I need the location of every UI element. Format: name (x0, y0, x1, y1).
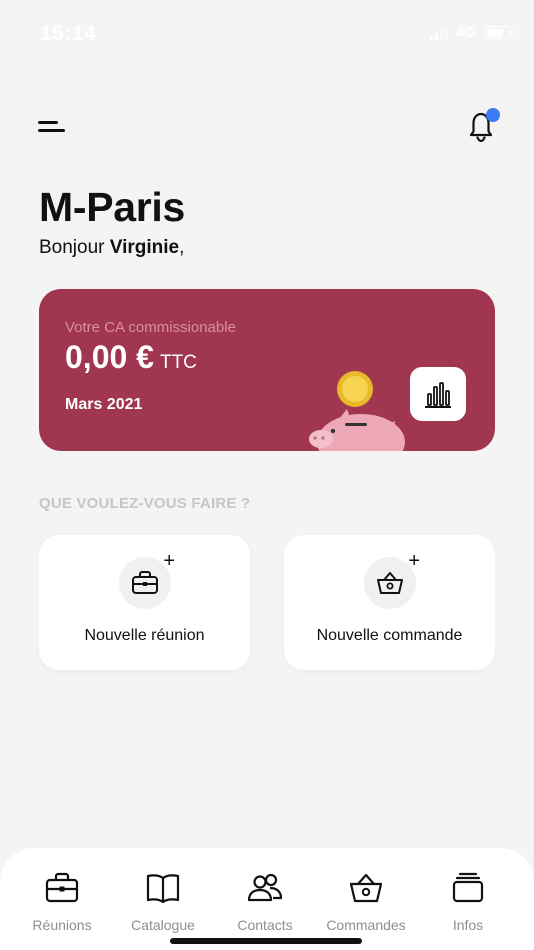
section-title: QUE VOULEZ-VOUS FAIRE ? (39, 495, 251, 512)
revenue-amount: 0,00 € (65, 339, 154, 375)
menu-icon (38, 121, 58, 124)
plus-icon: + (408, 550, 420, 572)
page-title: M-Paris (39, 184, 186, 230)
battery-icon (484, 26, 513, 39)
tab-label: Contacts (237, 917, 293, 933)
new-order-label: Nouvelle commande (316, 627, 463, 644)
status-bar: 15:14 4G (0, 0, 534, 68)
piggy-bank-coin-icon (309, 371, 405, 451)
signal-icon (429, 26, 448, 40)
home-indicator (170, 938, 362, 944)
status-time: 15:14 (40, 22, 97, 45)
revenue-unit: TTC (159, 352, 197, 373)
status-indicators: 4G (429, 24, 513, 41)
tab-contacts[interactable]: Contacts (215, 870, 315, 940)
new-order-button[interactable]: + Nouvelle commande (284, 535, 495, 670)
briefcase-plus-icon (132, 571, 158, 594)
user-name: Virginie (109, 237, 180, 258)
greeting-prefix: Bonjour (39, 237, 110, 258)
tab-label: Commandes (326, 917, 406, 933)
book-icon (146, 874, 180, 904)
notifications-button[interactable] (462, 106, 502, 146)
plus-icon: + (163, 550, 175, 572)
new-meeting-button[interactable]: + Nouvelle réunion (39, 535, 250, 670)
tab-label: Catalogue (131, 917, 195, 933)
tab-bar: Réunions Catalogue Contacts Commandes In… (0, 848, 534, 950)
new-meeting-label: Nouvelle réunion (84, 627, 205, 644)
basket-icon (349, 873, 383, 903)
bar-chart-icon (425, 382, 451, 408)
notification-badge (486, 108, 500, 122)
tab-catalogue[interactable]: Catalogue (113, 870, 213, 940)
menu-button[interactable] (38, 116, 68, 138)
briefcase-icon (45, 872, 79, 903)
network-type: 4G (455, 24, 476, 41)
stack-icon (452, 872, 484, 903)
tab-infos[interactable]: Infos (418, 870, 518, 940)
basket-plus-icon (377, 572, 403, 594)
new-order-icon-wrap: + (364, 551, 420, 609)
menu-icon-line (38, 129, 65, 132)
users-icon (247, 873, 283, 902)
tab-label: Infos (452, 917, 484, 933)
new-meeting-icon-wrap: + (119, 551, 175, 609)
tab-reunions[interactable]: Réunions (12, 870, 112, 940)
stats-button[interactable] (410, 367, 466, 421)
revenue-card: Votre CA commissionable 0,00 € TTC Mars … (39, 289, 495, 451)
tab-label: Réunions (32, 917, 92, 933)
revenue-label: Votre CA commissionable (65, 319, 236, 336)
greeting-suffix: , (179, 237, 185, 258)
greeting: Bonjour Virginie, (39, 237, 184, 259)
revenue-amount-row: 0,00 € TTC (65, 339, 197, 376)
tab-commandes[interactable]: Commandes (316, 870, 416, 940)
revenue-period: Mars 2021 (65, 396, 143, 413)
